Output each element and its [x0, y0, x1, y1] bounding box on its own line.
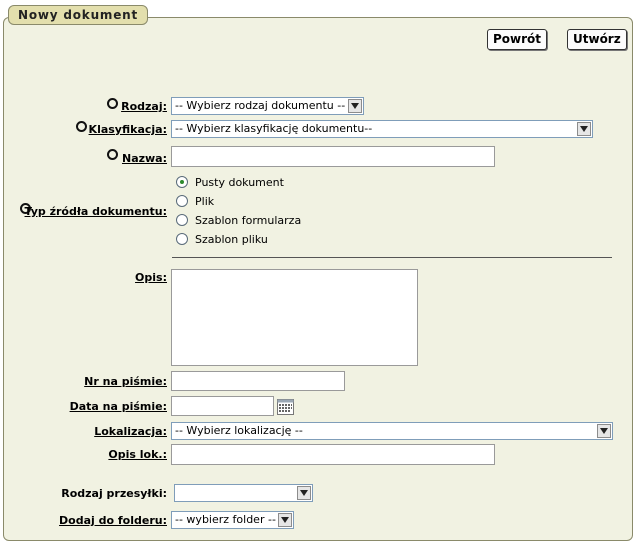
nazwa-label: Nazwa:: [121, 152, 167, 165]
calendar-icon[interactable]: [277, 399, 294, 415]
rodzaj-select[interactable]: -- Wybierz rodzaj dokumentu --: [171, 97, 364, 115]
rodzaj-przesylki-label: Rodzaj przesyłki:: [61, 487, 167, 500]
opis-label: Opis:: [135, 271, 167, 284]
dodaj-do-folderu-select[interactable]: -- wybierz folder --: [171, 511, 294, 529]
radio-szablon-pliku[interactable]: Szablon pliku: [176, 231, 268, 247]
opis-textarea[interactable]: [171, 269, 418, 366]
nazwa-input[interactable]: [171, 146, 495, 167]
chevron-down-icon[interactable]: [597, 424, 611, 438]
create-button[interactable]: Utwórz: [567, 29, 627, 50]
klasyfikacja-label: Klasyfikacja:: [88, 123, 167, 136]
radio-label: Szablon formularza: [195, 213, 302, 227]
opis-lok-label: Opis lok.:: [108, 448, 167, 461]
klasyfikacja-select[interactable]: -- Wybierz klasyfikację dokumentu--: [171, 120, 593, 138]
chevron-down-icon[interactable]: [297, 486, 311, 500]
panel-title: Nowy dokument: [8, 5, 149, 25]
radio-label: Plik: [195, 194, 215, 208]
radio-button[interactable]: [176, 176, 188, 188]
required-marker-icon: [76, 121, 87, 132]
radio-label: Szablon pliku: [195, 232, 268, 246]
klasyfikacja-value: -- Wybierz klasyfikację dokumentu--: [175, 122, 373, 135]
chevron-down-icon[interactable]: [278, 513, 292, 527]
required-marker-icon: [107, 149, 118, 160]
data-na-pismie-input[interactable]: [171, 396, 274, 416]
back-button[interactable]: Powrót: [487, 29, 548, 50]
nr-na-pismie-input[interactable]: [171, 371, 345, 391]
rodzaj-label: Rodzaj:: [121, 100, 167, 113]
opis-lok-input[interactable]: [171, 444, 495, 465]
nr-na-pismie-label: Nr na piśmie:: [84, 375, 167, 388]
typ-zrodla-label: Typ źródła dokumentu:: [24, 205, 167, 218]
chevron-down-icon[interactable]: [577, 122, 591, 136]
radio-plik[interactable]: Plik: [176, 193, 214, 209]
lokalizacja-select[interactable]: -- Wybierz lokalizację --: [171, 422, 613, 440]
rodzaj-value: -- Wybierz rodzaj dokumentu --: [175, 99, 346, 112]
radio-button[interactable]: [176, 195, 188, 207]
divider: [172, 257, 612, 258]
radio-pusty-dokument[interactable]: Pusty dokument: [176, 174, 284, 190]
radio-button[interactable]: [176, 214, 188, 226]
required-marker-icon: [107, 98, 118, 109]
lokalizacja-label: Lokalizacja:: [94, 425, 167, 438]
lokalizacja-value: -- Wybierz lokalizację --: [175, 424, 303, 437]
radio-label: Pusty dokument: [195, 175, 284, 189]
rodzaj-przesylki-select[interactable]: [174, 484, 313, 502]
radio-szablon-formularza[interactable]: Szablon formularza: [176, 212, 301, 228]
data-na-pismie-label: Data na piśmie:: [69, 400, 167, 413]
chevron-down-icon[interactable]: [348, 99, 362, 113]
dodaj-do-folderu-value: -- wybierz folder --: [175, 513, 276, 526]
radio-button[interactable]: [176, 233, 188, 245]
dodaj-do-folderu-label: Dodaj do folderu:: [59, 514, 167, 527]
